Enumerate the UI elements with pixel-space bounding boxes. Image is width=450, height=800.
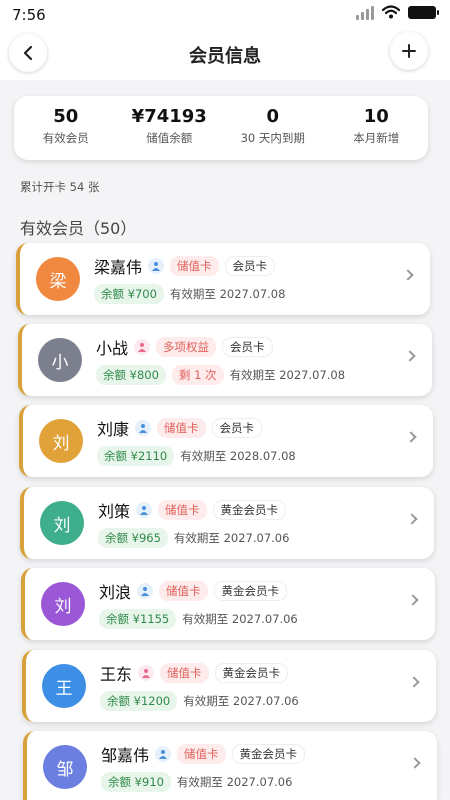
member-name-row: 王东 储值卡 黄金会员卡 [100,661,289,685]
member-card[interactable]: 刘 刘浪 储值卡 黄金会员卡 余额 ¥1155 有效期至 2027.07.06 [21,568,435,640]
expire-date: 有效期至 2027.07.06 [183,694,299,708]
avatar: 刘 [41,582,85,626]
balance-tag: 余额 ¥1200 [100,691,178,711]
card-name-tag: 黄金会员卡 [213,581,288,601]
expire-date: 有效期至 2027.07.06 [182,612,298,626]
chevron-right-icon [404,350,416,362]
card-type-tag: 储值卡 [177,744,226,764]
member-name: 刘浪 [99,583,132,602]
expire-date: 有效期至 2027.07.06 [173,531,290,545]
balance-tag: 余额 ¥910 [101,772,171,792]
card-name-tag: 黄金会员卡 [214,663,289,683]
member-card[interactable]: 梁 梁嘉伟 储值卡 会员卡 余额 ¥700 有效期至 2027.07.08 [16,243,430,315]
member-info-row: 余额 ¥910 有效期至 2027.07.06 [101,772,292,792]
avatar: 刘 [40,501,84,545]
member-name-row: 梁嘉伟 储值卡 会员卡 [94,254,276,278]
person-icon [137,583,154,599]
card-name-tag: 会员卡 [224,256,276,276]
member-info-row: 余额 ¥700 有效期至 2027.07.08 [94,284,285,304]
expire-date: 有效期至 2027.07.06 [176,775,293,789]
avatar: 王 [42,664,86,708]
card-type-tag: 储值卡 [170,256,219,276]
person-icon [136,502,153,518]
member-info-row: 余额 ¥1200 有效期至 2027.07.06 [100,691,299,711]
avatar: 邹 [43,745,87,789]
member-name: 王东 [100,665,133,684]
member-name-row: 刘策 储值卡 黄金会员卡 [98,498,287,522]
chevron-right-icon [402,269,414,281]
member-name: 小战 [96,339,129,358]
chevron-right-icon [407,594,419,606]
balance-tag: 余额 ¥700 [94,284,164,304]
balance-tag: 余额 ¥965 [98,528,168,548]
expire-date: 有效期至 2027.07.08 [169,287,286,301]
card-name-tag: 黄金会员卡 [212,500,287,520]
chevron-right-icon [405,431,417,443]
card-name-tag: 会员卡 [211,418,263,438]
person-icon [155,746,172,762]
balance-tag: 余额 ¥800 [96,365,166,385]
member-name-row: 刘康 储值卡 会员卡 [97,416,263,440]
member-name: 梁嘉伟 [94,258,143,277]
member-info-row: 余额 ¥800 剩 1 次 有效期至 2027.07.08 [96,365,345,385]
member-name-row: 刘浪 储值卡 黄金会员卡 [99,579,288,603]
remaining-count-tag: 剩 1 次 [171,365,224,385]
card-type-tag: 储值卡 [158,500,207,520]
expire-date: 有效期至 2028.07.08 [180,449,296,463]
card-type-tag: 储值卡 [159,581,208,601]
person-icon [138,665,155,681]
member-info-row: 余额 ¥2110 有效期至 2028.07.08 [97,446,296,466]
avatar: 梁 [36,257,80,301]
member-card[interactable]: 王 王东 储值卡 黄金会员卡 余额 ¥1200 有效期至 2027.07.06 [22,650,436,722]
member-info-row: 余额 ¥1155 有效期至 2027.07.06 [99,609,298,629]
member-card[interactable]: 小 小战 多项权益 会员卡 余额 ¥800 剩 1 次 有效期至 2027.07… [18,324,432,396]
card-type-tag: 储值卡 [157,418,206,438]
member-list: 梁 梁嘉伟 储值卡 会员卡 余额 ¥700 有效期至 2027.07.08 小 … [0,0,450,800]
chevron-right-icon [409,757,421,769]
chevron-right-icon [406,513,418,525]
person-icon [134,339,151,355]
chevron-right-icon [408,676,420,688]
member-name: 刘策 [98,502,131,521]
card-name-tag: 黄金会员卡 [231,744,306,764]
card-type-tag: 储值卡 [160,663,209,683]
member-name-row: 小战 多项权益 会员卡 [96,335,273,359]
member-card[interactable]: 刘 刘策 储值卡 黄金会员卡 余额 ¥965 有效期至 2027.07.06 [20,487,434,559]
avatar: 小 [38,338,82,382]
member-name: 刘康 [97,420,130,439]
member-info-row: 余额 ¥965 有效期至 2027.07.06 [98,528,289,548]
expire-date: 有效期至 2027.07.08 [229,368,346,382]
person-icon [148,258,165,274]
balance-tag: 余额 ¥2110 [97,446,175,466]
member-name-row: 邹嘉伟 储值卡 黄金会员卡 [101,742,306,766]
card-type-tag: 多项权益 [156,337,217,357]
card-name-tag: 会员卡 [222,337,273,357]
member-card[interactable]: 邹 邹嘉伟 储值卡 黄金会员卡 余额 ¥910 有效期至 2027.07.06 [23,731,437,800]
person-icon [135,420,152,436]
balance-tag: 余额 ¥1155 [99,609,177,629]
member-name: 邹嘉伟 [101,746,150,765]
avatar: 刘 [39,419,83,463]
member-card[interactable]: 刘 刘康 储值卡 会员卡 余额 ¥2110 有效期至 2028.07.08 [19,405,433,477]
